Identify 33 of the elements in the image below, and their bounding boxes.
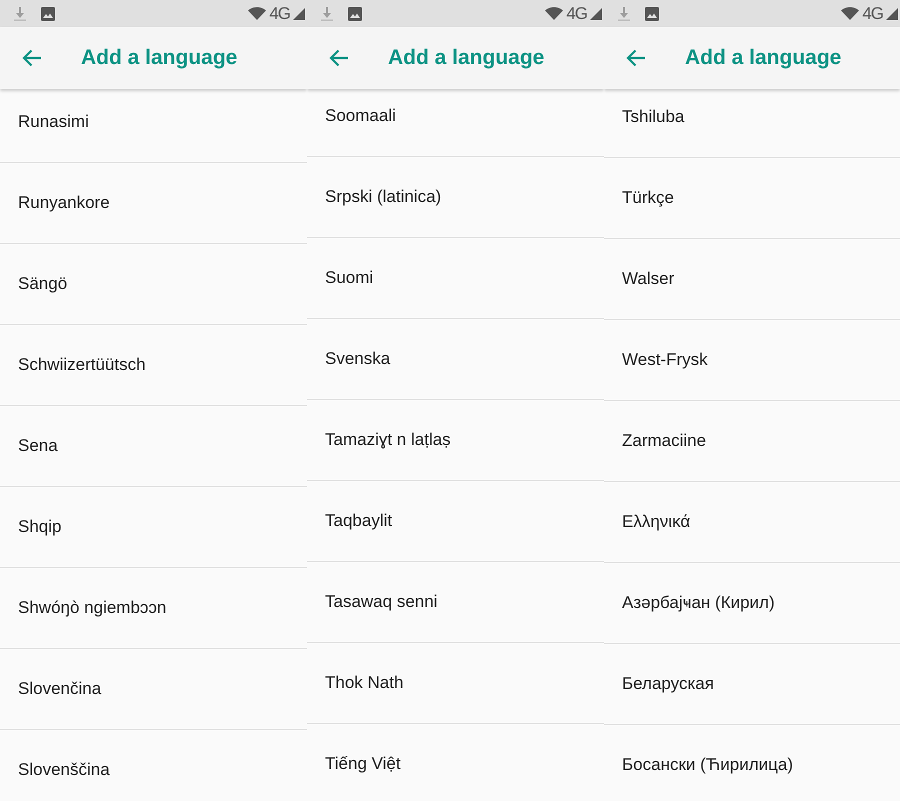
screen-title: Add a language	[388, 46, 544, 70]
wifi-icon	[545, 7, 564, 20]
network-type-label: 4G	[862, 4, 883, 24]
network-type-label: 4G	[269, 4, 290, 24]
language-list-item[interactable]: Азәрбајҹан (Кирил)	[604, 563, 900, 644]
screen-title: Add a language	[685, 46, 842, 70]
image-icon	[348, 6, 362, 20]
back-button[interactable]	[22, 49, 42, 67]
back-arrow-icon	[22, 49, 42, 67]
image-icon	[645, 6, 659, 20]
download-icon	[321, 6, 333, 20]
back-button[interactable]	[626, 49, 646, 67]
language-list-item[interactable]: Tshiluba	[604, 89, 900, 158]
language-list-item[interactable]: West-Frysk	[604, 320, 900, 401]
language-list-item[interactable]: Ελληνικά	[604, 482, 900, 563]
language-list-item[interactable]: Türkçe	[604, 158, 900, 239]
back-button[interactable]	[329, 49, 349, 67]
wifi-icon	[248, 7, 266, 20]
language-list-item[interactable]: Walser	[604, 239, 900, 320]
signal-icon	[293, 8, 305, 20]
language-list-item[interactable]: Беларуская	[604, 644, 900, 725]
image-icon	[41, 6, 55, 20]
back-arrow-icon	[329, 49, 349, 67]
download-icon	[618, 6, 630, 20]
language-list-item[interactable]: Zarmaciine	[604, 401, 900, 482]
language-list-item[interactable]: Босански (Ћирилица)	[604, 725, 900, 801]
screen-title: Add a language	[81, 46, 238, 70]
signal-icon	[590, 8, 602, 20]
download-icon	[14, 6, 26, 20]
signal-icon	[886, 8, 898, 20]
network-type-label: 4G	[566, 4, 587, 24]
back-arrow-icon	[626, 49, 646, 67]
wifi-icon	[841, 7, 860, 20]
